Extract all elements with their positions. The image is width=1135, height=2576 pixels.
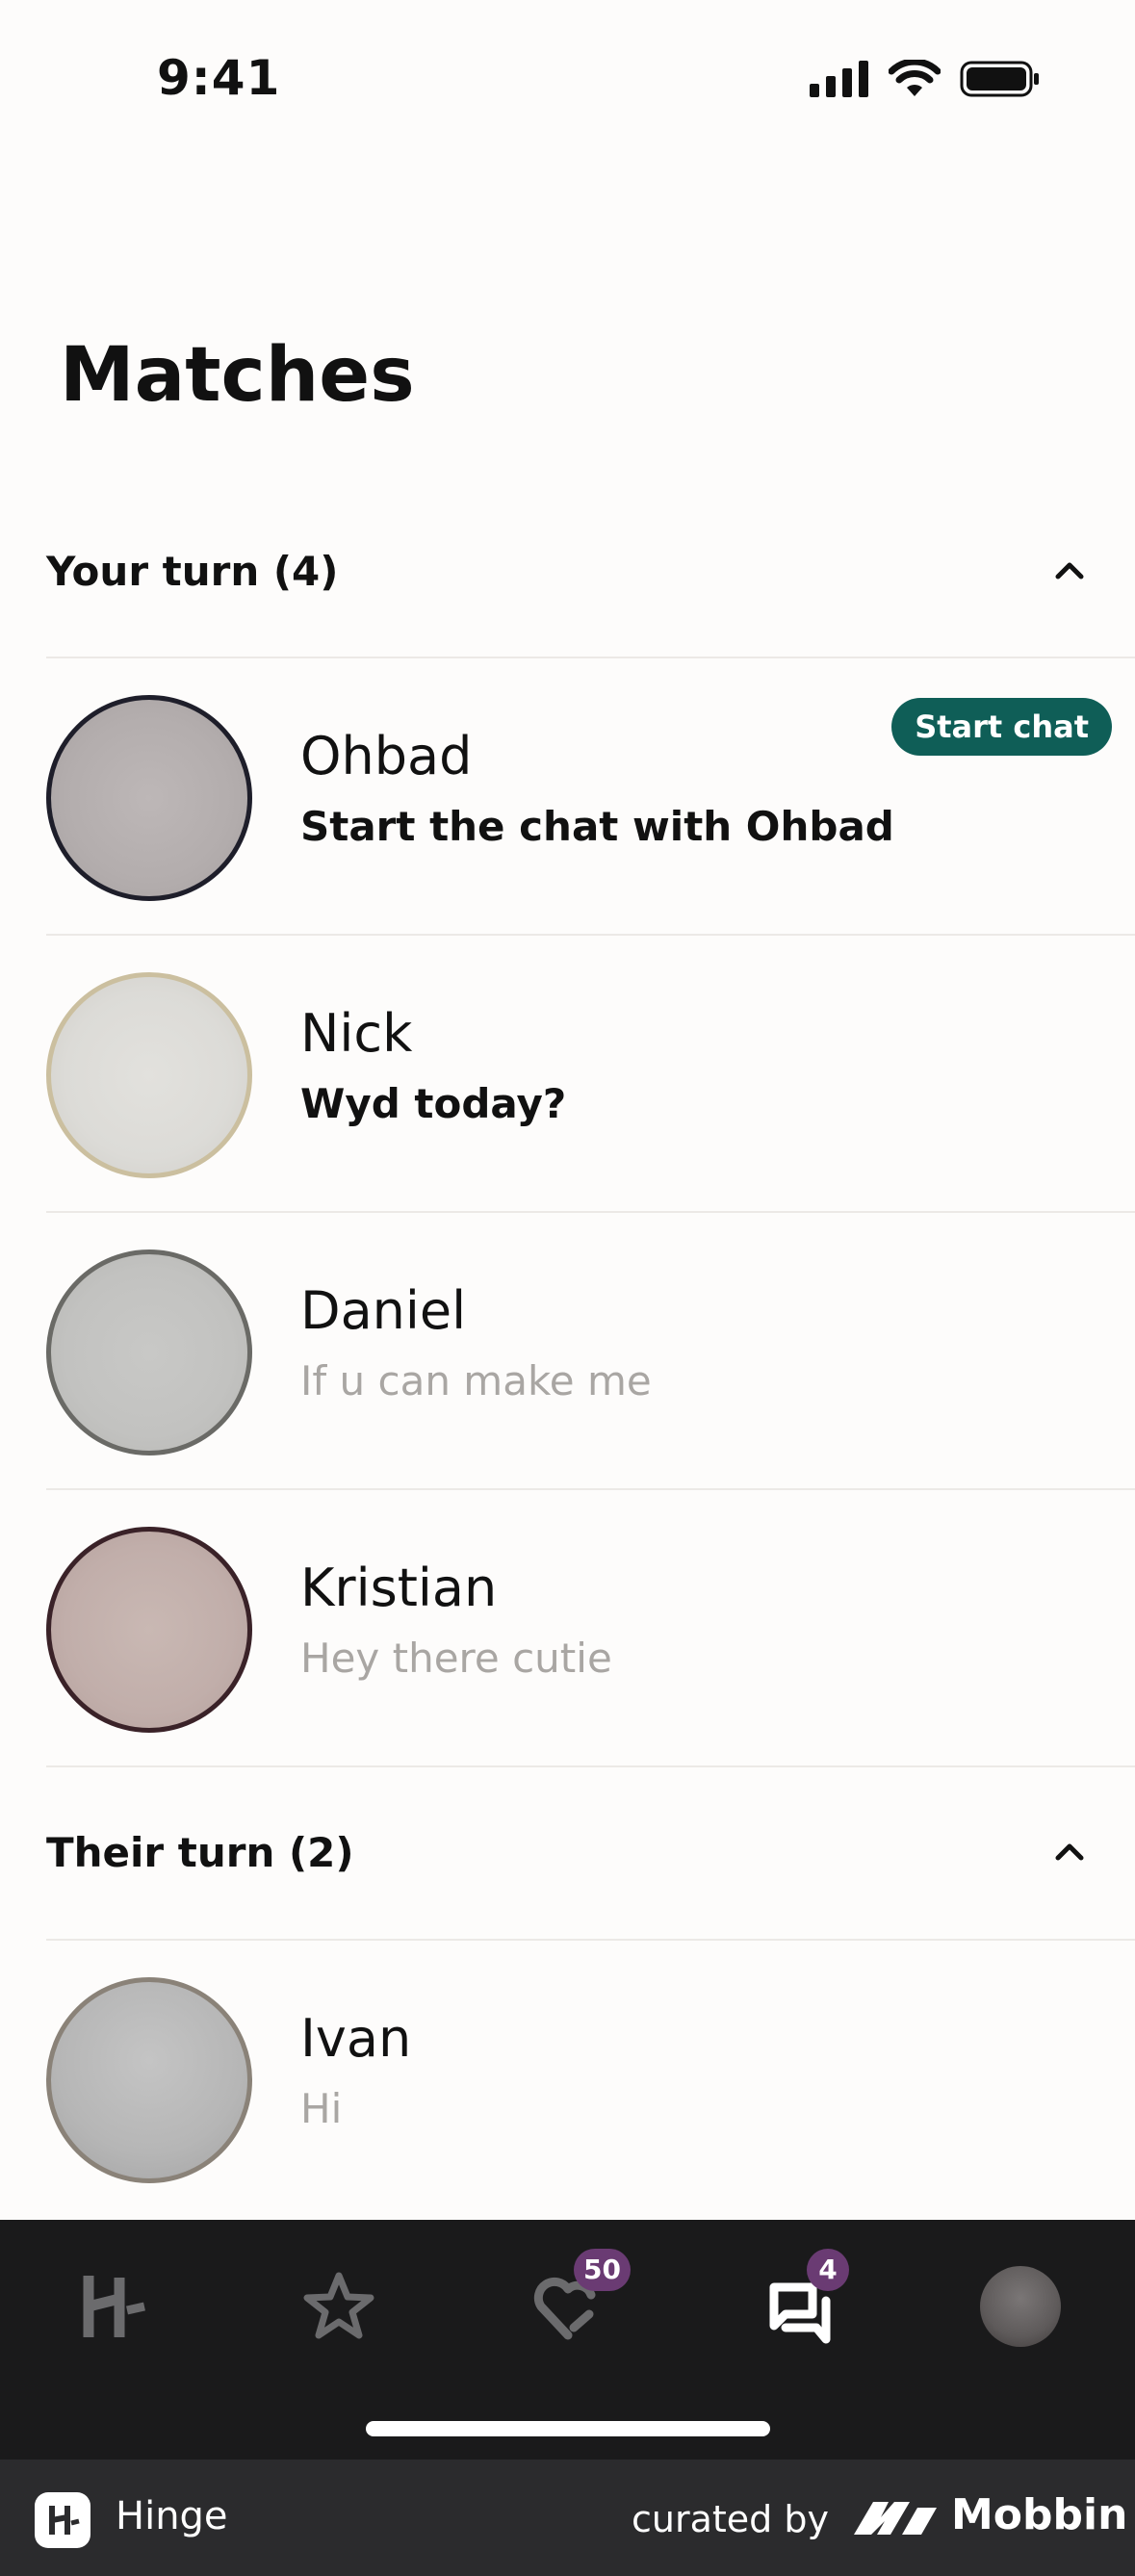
match-preview: Hey there cutie bbox=[300, 1635, 612, 1682]
section-label: Their turn (2) bbox=[46, 1829, 354, 1876]
tab-likes[interactable]: 50 bbox=[520, 2249, 631, 2355]
section-label: Your turn (4) bbox=[46, 548, 339, 595]
footer: Hinge curated by Mobbin bbox=[0, 2460, 1135, 2576]
chevron-up-icon[interactable] bbox=[1050, 555, 1089, 584]
start-chat-button[interactable]: Start chat bbox=[891, 698, 1112, 756]
divider bbox=[46, 1765, 1135, 1767]
match-name: Ivan bbox=[300, 2008, 412, 2069]
match-row-ohbad[interactable]: Ohbad Start the chat with Ohbad Start ch… bbox=[46, 658, 1135, 934]
hinge-home-icon bbox=[83, 2276, 145, 2337]
battery-icon bbox=[960, 61, 1039, 97]
match-row-nick[interactable]: Nick Wyd today? bbox=[46, 936, 1135, 1211]
page-title: Matches bbox=[60, 332, 415, 419]
curated-by-label: curated by bbox=[632, 2498, 829, 2540]
match-row-daniel[interactable]: Daniel If u can make me bbox=[46, 1213, 1135, 1488]
footer-app-name: Hinge bbox=[116, 2494, 228, 2538]
match-name: Daniel bbox=[300, 1280, 467, 1341]
match-preview: Hi bbox=[300, 2085, 343, 2132]
avatar[interactable] bbox=[46, 1249, 252, 1455]
section-header-their-turn[interactable]: Their turn (2) bbox=[46, 1806, 1135, 1902]
match-name: Ohbad bbox=[300, 726, 473, 786]
match-preview: Start the chat with Ohbad bbox=[300, 803, 894, 850]
status-icons bbox=[810, 60, 1041, 98]
profile-avatar bbox=[980, 2266, 1061, 2347]
match-preview: If u can make me bbox=[300, 1357, 652, 1404]
match-row-kristian[interactable]: Kristian Hey there cutie bbox=[46, 1490, 1135, 1765]
match-preview: Wyd today? bbox=[300, 1080, 567, 1127]
match-row-ivan[interactable]: Ivan Hi bbox=[46, 1941, 1135, 2216]
tab-matches[interactable]: 4 bbox=[747, 2249, 849, 2355]
avatar[interactable] bbox=[46, 1527, 252, 1733]
tab-standouts[interactable] bbox=[291, 2258, 387, 2355]
mobbin-brand: Mobbin bbox=[951, 2490, 1128, 2539]
section-header-your-turn[interactable]: Your turn (4) bbox=[46, 525, 1135, 621]
match-name: Kristian bbox=[300, 1558, 498, 1618]
tab-profile[interactable] bbox=[972, 2258, 1069, 2355]
home-indicator bbox=[366, 2421, 770, 2436]
mobbin-logo-icon bbox=[854, 2502, 937, 2535]
status-time: 9:41 bbox=[157, 50, 281, 106]
status-bar: 9:41 bbox=[0, 0, 1135, 164]
avatar[interactable] bbox=[46, 1977, 252, 2183]
tab-discover[interactable] bbox=[64, 2258, 160, 2355]
hinge-app-logo bbox=[35, 2492, 90, 2548]
signal-icon bbox=[810, 61, 868, 97]
chevron-up-icon[interactable] bbox=[1050, 1837, 1089, 1866]
matches-badge: 4 bbox=[807, 2249, 849, 2291]
wifi-icon bbox=[889, 60, 941, 96]
match-name: Nick bbox=[300, 1003, 413, 1064]
likes-badge: 50 bbox=[574, 2249, 631, 2291]
avatar[interactable] bbox=[46, 695, 252, 901]
avatar[interactable] bbox=[46, 972, 252, 1178]
star-icon bbox=[303, 2272, 374, 2339]
